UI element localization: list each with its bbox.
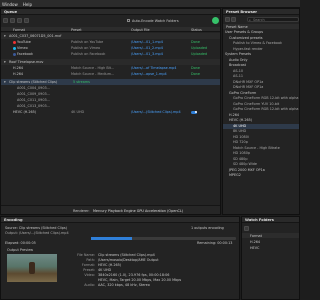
- remaining-time: Remaining: 00:00:13: [197, 241, 233, 245]
- remove-preset-button[interactable]: [231, 17, 236, 22]
- new-preset-button[interactable]: [225, 17, 230, 22]
- preset-browser-title: Preset Browser: [223, 9, 299, 15]
- output-format[interactable]: Vimeo: [17, 46, 28, 50]
- tree-item[interactable]: MPEG2: [223, 173, 299, 179]
- add-folder-button[interactable]: [244, 226, 249, 231]
- encoding-output: Output: /Users/...(Stitched Clips).mp4: [5, 231, 69, 235]
- watch-folders-panel: Watch Folders Format H.264 HEVC: [241, 216, 300, 300]
- col-output[interactable]: Output File: [131, 28, 150, 32]
- encoding-title: Encoding: [1, 217, 239, 223]
- preset-name-column[interactable]: Preset Name: [226, 25, 248, 29]
- output-file[interactable]: /Users/...(Stitched Clips).mp4: [131, 109, 181, 115]
- output-format[interactable]: H.264: [13, 71, 23, 77]
- preset-search-input[interactable]: ⌕ Search: [247, 17, 299, 22]
- encoding-progress-bar: [91, 237, 236, 240]
- duplicate-button[interactable]: [17, 18, 22, 23]
- watch-folders-title: Watch Folders: [242, 217, 299, 223]
- add-output-button[interactable]: [10, 18, 15, 23]
- add-source-button[interactable]: [3, 18, 8, 23]
- col-status[interactable]: Status: [191, 28, 202, 32]
- auto-encode-checkbox[interactable]: [127, 19, 130, 22]
- encoding-status: 1 outputs encoding: [191, 226, 224, 230]
- watch-item[interactable]: H.264: [250, 240, 260, 244]
- output-status: Done: [191, 72, 200, 76]
- output-preview-label: Output Preview: [7, 248, 34, 252]
- queue-list: ▾ A001_C037_06071D5_001.mxf YouTube Publ…: [1, 33, 220, 193]
- watch-item[interactable]: HEVC: [250, 246, 259, 250]
- queue-panel: Queue Auto-Encode Watch Folders Format P…: [0, 8, 221, 215]
- queue-header: Format Preset Output File Status: [1, 27, 220, 32]
- watch-format-column[interactable]: Format: [250, 234, 262, 238]
- output-format[interactable]: Facebook: [17, 52, 33, 56]
- vimeo-icon: [13, 46, 16, 50]
- preset-browser-panel: Preset Browser ⌕ Search Preset Name User…: [222, 8, 300, 215]
- col-format[interactable]: Format: [13, 28, 25, 32]
- output-preset[interactable]: 4K UHD: [71, 109, 84, 115]
- renderer-bar: Renderer: Mercury Playback Engine GPU Ac…: [1, 205, 220, 214]
- col-preset[interactable]: Preset: [71, 28, 82, 32]
- output-preset[interactable]: Match Source - Medium...: [71, 71, 114, 77]
- menu-window[interactable]: Window: [0, 0, 20, 8]
- output-status: Uploaded: [191, 52, 208, 56]
- queue-output-row[interactable]: H.264 Match Source - Medium... /Users/..…: [1, 71, 220, 77]
- auto-encode-label: Auto-Encode Watch Folders: [132, 18, 179, 23]
- preset-tree: User Presets & Groups Customized presets…: [223, 30, 299, 214]
- facebook-icon: [13, 52, 16, 56]
- encoding-progress-fill: [91, 237, 132, 240]
- remove-button[interactable]: [24, 18, 29, 23]
- output-format[interactable]: YouTube: [17, 40, 31, 44]
- output-file[interactable]: /Users/...apse_1.mp4: [131, 71, 167, 77]
- start-queue-button[interactable]: [212, 17, 219, 24]
- queue-output-row[interactable]: Facebook Publish on Facebook /Users/...0…: [1, 51, 220, 57]
- info-row: Audio: AAC, 320 kbps, 48 kHz, Stereo: [84, 283, 150, 287]
- output-progress-toggle[interactable]: [191, 110, 197, 114]
- encoding-source: Source: Clip streams (Stitched Clips): [5, 226, 67, 230]
- menu-bar: Window Help: [0, 0, 300, 8]
- output-file[interactable]: /Users/...01_3.mp4: [131, 51, 163, 57]
- output-format[interactable]: HEVC (H.265): [13, 109, 36, 115]
- renderer-label: Renderer:: [73, 208, 90, 213]
- youtube-icon: [13, 40, 16, 44]
- search-icon: ⌕: [249, 18, 251, 22]
- output-preset[interactable]: Publish on Facebook: [71, 51, 105, 57]
- output-preview-thumbnail: [7, 254, 57, 282]
- encoding-panel: Encoding Source: Clip streams (Stitched …: [0, 216, 240, 300]
- queue-toolbar: Auto-Encode Watch Folders: [3, 17, 220, 25]
- elapsed-time: Elapsed: 00:00:05: [5, 241, 36, 245]
- search-placeholder: Search: [253, 18, 265, 23]
- queue-title: Queue: [1, 9, 220, 15]
- renderer-select[interactable]: Mercury Playback Engine GPU Acceleration…: [93, 209, 183, 213]
- menu-help[interactable]: Help: [21, 0, 34, 8]
- watch-format-header: Format: [242, 233, 299, 238]
- preset-column-header: Preset Name: [223, 24, 299, 29]
- queue-output-row[interactable]: HEVC (H.265) 4K UHD /Users/...(Stitched …: [1, 109, 220, 115]
- preview-figure: [29, 262, 35, 274]
